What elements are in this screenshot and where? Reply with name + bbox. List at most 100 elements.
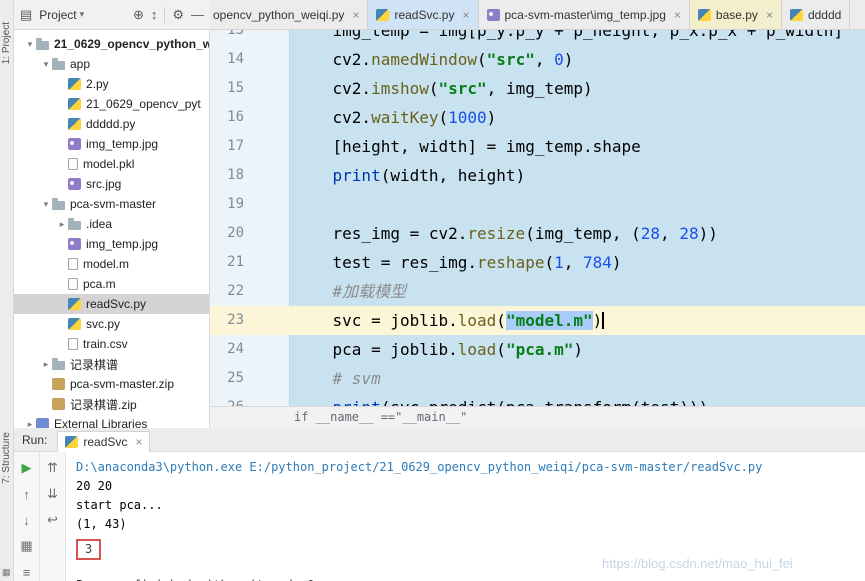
code-line-15[interactable]: 15 cv2.imshow("src", img_temp) bbox=[210, 74, 865, 103]
code-editor[interactable]: 13 img_temp = img[p_y:p_y + p_height, p_… bbox=[210, 30, 865, 406]
line-number: 14 bbox=[210, 45, 244, 74]
code-token: 0 bbox=[554, 50, 564, 69]
tree-item-readsvc-py[interactable]: readSvc.py bbox=[14, 294, 209, 314]
code-token: ( bbox=[496, 340, 506, 359]
code-line-23[interactable]: 23 svc = joblib.load("model.m") bbox=[210, 306, 865, 335]
code-line-21[interactable]: 21 test = res_img.reshape(1, 784) bbox=[210, 248, 865, 277]
run-tab-label: readSvc bbox=[83, 435, 127, 449]
tree-item-label: pca-svm-master bbox=[70, 197, 156, 211]
tree-item-app[interactable]: ▾app bbox=[14, 54, 209, 74]
code-token: 1 bbox=[554, 253, 564, 272]
tool-stripe-structure-button[interactable]: 7: Structure bbox=[1, 432, 13, 484]
close-tab-icon[interactable]: × bbox=[462, 8, 469, 22]
close-run-tab-icon[interactable]: × bbox=[135, 435, 142, 449]
tool-windows-corner-icon[interactable]: ▦ bbox=[2, 567, 11, 578]
project-view-label: Project bbox=[39, 8, 76, 22]
code-token: ) bbox=[612, 253, 622, 272]
close-tab-icon[interactable]: × bbox=[766, 8, 773, 22]
editor-tab-opencv-python-weiqi-py[interactable]: opencv_python_weiqi.py × bbox=[210, 0, 368, 30]
jump-to-top-button[interactable]: ⇈ bbox=[44, 460, 62, 476]
tree-item-pca-svm-master[interactable]: ▾ pca-svm-master bbox=[14, 194, 209, 214]
tree-item-svc-py[interactable]: svc.py bbox=[14, 314, 209, 334]
editor-tab-pca-svm-master-img-temp-jpg[interactable]: pca-svm-master\img_temp.jpg× bbox=[479, 0, 690, 30]
code-token: ( bbox=[496, 311, 506, 330]
tree-item-pca-svm-master-zip[interactable]: pca-svm-master.zip bbox=[14, 374, 209, 394]
rerun-button[interactable]: ▶ bbox=[18, 460, 36, 476]
editor-tab-base-py[interactable]: base.py× bbox=[690, 0, 782, 30]
code-token: test = res_img. bbox=[294, 253, 477, 272]
chevron-right-icon[interactable]: ▸ bbox=[40, 359, 52, 370]
locate-file-icon[interactable]: ⊕ bbox=[133, 8, 144, 21]
code-token: 1000 bbox=[448, 108, 487, 127]
layout-settings-button[interactable]: ▦ bbox=[18, 538, 36, 554]
code-line-19[interactable]: 19 bbox=[210, 190, 865, 219]
tree-item-img-temp-jpg[interactable]: img_temp.jpg bbox=[14, 234, 209, 254]
code-token: ( bbox=[544, 253, 554, 272]
code-token: "src" bbox=[439, 79, 487, 98]
code-text: cv2.waitKey(1000) bbox=[294, 108, 496, 127]
tree-item-train-csv[interactable]: train.csv bbox=[14, 334, 209, 354]
code-text: [height, width] = img_temp.shape bbox=[294, 137, 641, 156]
collapse-all-icon[interactable]: ↕ bbox=[151, 8, 158, 21]
chevron-right-icon[interactable]: ▸ bbox=[24, 419, 36, 429]
code-token: [height, width] = img_temp.shape bbox=[294, 137, 641, 156]
tree-item-img-temp-jpg[interactable]: img_temp.jpg bbox=[14, 134, 209, 154]
code-line-17[interactable]: 17 [height, width] = img_temp.shape bbox=[210, 132, 865, 161]
chevron-down-icon[interactable]: ▾ bbox=[24, 39, 36, 50]
tree-item-external-libraries[interactable]: ▸External Libraries bbox=[14, 414, 209, 428]
code-line-13[interactable]: 13 img_temp = img[p_y:p_y + p_height, p_… bbox=[210, 30, 865, 45]
project-view-dropdown[interactable]: Project ▾ bbox=[39, 8, 84, 22]
chevron-right-icon[interactable]: ▸ bbox=[56, 219, 68, 230]
code-line-24[interactable]: 24 pca = joblib.load("pca.m") bbox=[210, 335, 865, 364]
tree-item-ddddd-py[interactable]: ddddd.py bbox=[14, 114, 209, 134]
tree-item-label: train.csv bbox=[83, 337, 128, 351]
tab-label: opencv_python_weiqi.py bbox=[213, 8, 344, 22]
code-line-26[interactable]: 26 print(svc.predict(pca.transform(test)… bbox=[210, 393, 865, 406]
run-tab-readsvc[interactable]: readSvc × bbox=[57, 431, 150, 452]
tree-item--zip[interactable]: 记录棋谱.zip bbox=[14, 394, 209, 414]
console-menu-button[interactable]: ≡ bbox=[18, 564, 36, 580]
tree-item-21-0629-opencv-python-w[interactable]: ▾21_0629_opencv_python_w bbox=[14, 34, 209, 54]
settings-gear-icon[interactable]: ⚙ bbox=[172, 8, 184, 21]
tree-item-src-jpg[interactable]: src.jpg bbox=[14, 174, 209, 194]
scroll-down-button[interactable]: ↓ bbox=[18, 512, 36, 528]
tree-item-pca-m[interactable]: pca.m bbox=[14, 274, 209, 294]
tool-window-options-icon[interactable]: ▤ bbox=[20, 8, 32, 21]
scroll-up-button[interactable]: ↑ bbox=[18, 486, 36, 502]
line-number: 15 bbox=[210, 74, 244, 103]
code-token: reshape bbox=[477, 253, 544, 272]
tree-item-model-pkl[interactable]: model.pkl bbox=[14, 154, 209, 174]
code-line-20[interactable]: 20 res_img = cv2.resize(img_temp, (28, 2… bbox=[210, 219, 865, 248]
chevron-down-icon[interactable]: ▾ bbox=[40, 59, 52, 70]
soft-wrap-button[interactable]: ↩ bbox=[44, 512, 62, 528]
tree-item--[interactable]: ▸记录棋谱 bbox=[14, 354, 209, 374]
code-line-18[interactable]: 18 print(width, height) bbox=[210, 161, 865, 190]
code-line-25[interactable]: 25 # svm bbox=[210, 364, 865, 393]
chevron-down-icon[interactable]: ▾ bbox=[40, 199, 52, 210]
jump-to-end-button[interactable]: ⇊ bbox=[44, 486, 62, 502]
code-line-14[interactable]: 14 cv2.namedWindow("src", 0) bbox=[210, 45, 865, 74]
watermark: https://blog.csdn.net/mao_hui_fei bbox=[602, 556, 793, 571]
breadcrumb-scope[interactable]: if __name__ =="__main__" bbox=[294, 410, 467, 424]
close-tab-icon[interactable]: × bbox=[352, 8, 359, 22]
code-line-16[interactable]: 16 cv2.waitKey(1000) bbox=[210, 103, 865, 132]
code-token: ) bbox=[487, 108, 497, 127]
tree-item-2-py[interactable]: 2.py bbox=[14, 74, 209, 94]
tree-item-21-0629-opencv-pyt[interactable]: 21_0629_opencv_pyt bbox=[14, 94, 209, 114]
tree-item--idea[interactable]: ▸.idea bbox=[14, 214, 209, 234]
image-file-icon bbox=[487, 9, 500, 21]
tree-item-model-m[interactable]: model.m bbox=[14, 254, 209, 274]
editor-tab-ddddd[interactable]: ddddd bbox=[782, 0, 850, 30]
python-icon bbox=[68, 298, 81, 310]
console-input-value[interactable]: 3 bbox=[76, 539, 101, 560]
image-icon bbox=[68, 178, 81, 190]
close-tab-icon[interactable]: × bbox=[674, 8, 681, 22]
folder-icon bbox=[52, 361, 65, 370]
tool-stripe-project-button[interactable]: 1: Project bbox=[1, 22, 13, 64]
code-token: ( bbox=[429, 79, 439, 98]
code-line-22[interactable]: 22 #加载模型 bbox=[210, 277, 865, 306]
editor-tab-readsvc-py[interactable]: readSvc.py× bbox=[368, 0, 478, 30]
code-token: , img_temp) bbox=[487, 79, 593, 98]
hide-panel-icon[interactable]: — bbox=[191, 8, 204, 21]
tree-item-label: model.pkl bbox=[83, 157, 134, 171]
